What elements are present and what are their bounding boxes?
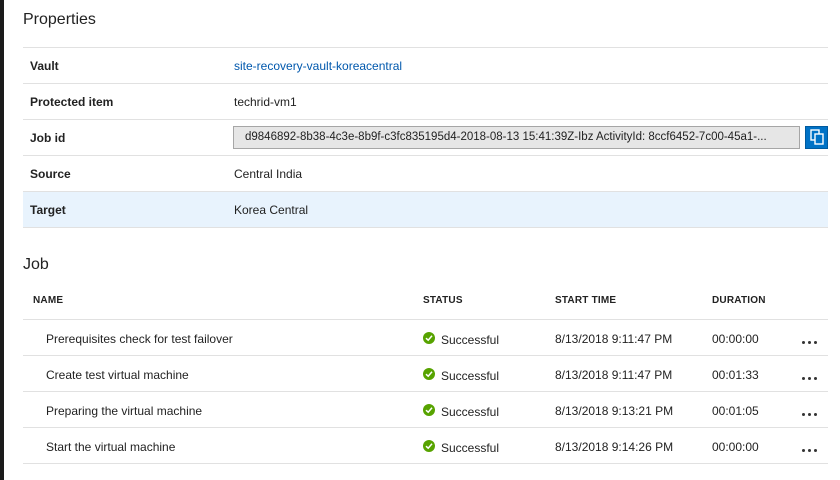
property-label: Job id xyxy=(30,130,66,145)
job-name: Start the virtual machine xyxy=(46,440,176,454)
property-row-vault: Vault site-recovery-vault-koreacentral xyxy=(23,48,828,84)
status-text: Successful xyxy=(441,369,500,383)
property-value: techrid-vm1 xyxy=(234,94,297,109)
table-row[interactable]: Preparing the virtual machine Successful… xyxy=(23,392,828,428)
property-value: Korea Central xyxy=(234,202,309,217)
status-cell: Successful xyxy=(423,403,500,419)
column-header-name[interactable]: NAME xyxy=(33,295,63,306)
table-row[interactable]: Start the virtual machine Successful 8/1… xyxy=(23,428,828,464)
more-options-button[interactable] xyxy=(801,440,819,454)
property-label: Target xyxy=(30,202,66,217)
check-circle-icon xyxy=(423,368,435,380)
duration: 00:01:33 xyxy=(712,368,759,382)
property-label: Vault xyxy=(30,58,59,73)
column-header-duration[interactable]: DURATION xyxy=(712,295,766,306)
more-options-button[interactable] xyxy=(801,368,819,382)
column-header-start-time[interactable]: START TIME xyxy=(555,295,616,306)
status-cell: Successful xyxy=(423,439,500,455)
job-table-header: NAME STATUS START TIME DURATION xyxy=(23,283,828,320)
check-circle-icon xyxy=(423,404,435,416)
table-row[interactable]: Create test virtual machine Successful 8… xyxy=(23,356,828,392)
check-circle-icon xyxy=(423,332,435,344)
property-row-source: Source Central India xyxy=(23,156,828,192)
copy-icon xyxy=(809,129,824,145)
property-label: Protected item xyxy=(30,94,114,109)
duration: 00:01:05 xyxy=(712,404,759,418)
status-text: Successful xyxy=(441,405,500,419)
duration: 00:00:00 xyxy=(712,440,759,454)
vault-link[interactable]: site-recovery-vault-koreacentral xyxy=(234,59,402,73)
window-left-border xyxy=(0,0,4,480)
table-row[interactable]: Prerequisites check for test failover Su… xyxy=(23,320,828,356)
job-id-field[interactable]: d9846892-8b38-4c3e-8b9f-c3fc835195d4-201… xyxy=(233,126,800,149)
job-table: NAME STATUS START TIME DURATION Prerequi… xyxy=(23,283,828,464)
duration: 00:00:00 xyxy=(712,332,759,346)
status-cell: Successful xyxy=(423,331,500,347)
more-options-button[interactable] xyxy=(801,404,819,418)
property-row-protected-item: Protected item techrid-vm1 xyxy=(23,84,828,120)
property-value: Central India xyxy=(234,166,303,181)
more-options-button[interactable] xyxy=(801,332,819,346)
column-header-status[interactable]: STATUS xyxy=(423,295,463,306)
properties-table: Vault site-recovery-vault-koreacentral P… xyxy=(23,47,828,228)
job-title: Job xyxy=(23,256,49,273)
property-row-job-id: Job id d9846892-8b38-4c3e-8b9f-c3fc83519… xyxy=(23,120,828,156)
property-row-target[interactable]: Target Korea Central xyxy=(23,192,828,228)
status-text: Successful xyxy=(441,441,500,455)
start-time: 8/13/2018 9:13:21 PM xyxy=(555,404,674,418)
job-name: Create test virtual machine xyxy=(46,368,189,382)
properties-title: Properties xyxy=(23,11,96,28)
start-time: 8/13/2018 9:11:47 PM xyxy=(555,368,673,382)
start-time: 8/13/2018 9:14:26 PM xyxy=(555,440,674,454)
copy-button[interactable] xyxy=(805,126,828,149)
property-label: Source xyxy=(30,166,71,181)
status-text: Successful xyxy=(441,333,500,347)
job-name: Preparing the virtual machine xyxy=(46,404,203,418)
status-cell: Successful xyxy=(423,367,500,383)
check-circle-icon xyxy=(423,440,435,452)
job-name: Prerequisites check for test failover xyxy=(46,332,233,346)
start-time: 8/13/2018 9:11:47 PM xyxy=(555,332,673,346)
